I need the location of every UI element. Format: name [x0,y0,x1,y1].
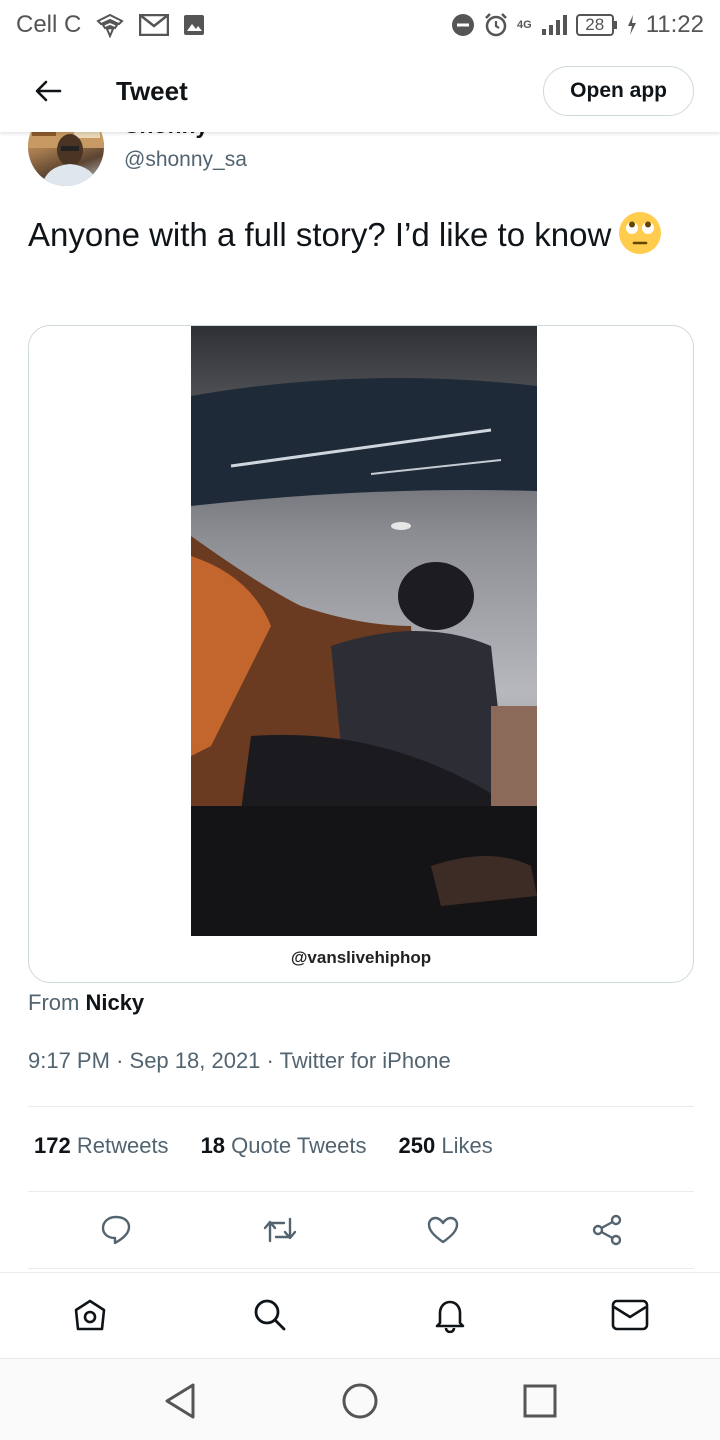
retweet-icon [263,1217,297,1243]
system-home-button[interactable] [330,1371,390,1431]
meta-separator: · [116,1048,124,1073]
media-watermark: @vanslivehiphop [290,948,432,967]
divider [28,1191,694,1192]
likes-stat[interactable]: 250 Likes [399,1133,493,1159]
charging-icon [626,14,638,36]
meta-separator: · [266,1048,274,1073]
likes-count: 250 [398,1133,436,1158]
nav-home[interactable] [60,1285,120,1345]
reply-button[interactable] [86,1200,146,1260]
home-icon [74,1299,106,1331]
open-app-button[interactable]: Open app [543,66,694,116]
carrier-logo-icon [95,12,125,38]
from-prefix: From [28,990,80,1015]
quote-tweets-stat[interactable]: 18 Quote Tweets [201,1133,367,1159]
retweets-stat[interactable]: 172 Retweets [34,1133,169,1159]
engagement-stats: 172 Retweets 18 Quote Tweets 250 Likes [34,1133,493,1159]
retweet-button[interactable] [250,1200,310,1260]
back-button[interactable] [18,61,78,121]
system-recents-button[interactable] [510,1371,570,1431]
heart-icon [427,1216,459,1244]
share-icon [592,1214,622,1246]
clock: 11:22 [645,11,704,38]
system-back-button[interactable] [150,1371,210,1431]
video-player[interactable] [191,326,537,936]
tweet-time[interactable]: 9:17 PM [28,1048,110,1073]
nav-notifications[interactable] [420,1285,480,1345]
network-type: 4G [517,18,532,31]
bottom-nav [0,1272,720,1358]
tweet-meta: 9:17 PM · Sep 18, 2021 · Twitter for iPh… [28,1048,451,1074]
square-recents-icon [523,1384,557,1418]
top-app-bar: Tweet Open app [0,50,720,132]
from-name[interactable]: Nicky [85,990,144,1015]
tweet-date[interactable]: Sep 18, 2021 [130,1048,261,1073]
media-card[interactable]: @vanslivehiphop [28,325,694,983]
divider [28,1106,694,1107]
tweet-source[interactable]: Twitter for iPhone [280,1048,451,1073]
circle-home-icon [342,1383,378,1419]
likes-label: Likes [441,1133,493,1158]
search-icon [254,1299,286,1331]
author-handle[interactable]: @shonny_sa [124,148,247,172]
page-title: Tweet [116,75,188,106]
divider [28,1268,694,1269]
tweet-body: Anyone with a full story? I’d like to kn… [28,216,612,253]
tweet-text: Anyone with a full story? I’d like to kn… [28,210,668,259]
like-button[interactable] [413,1200,473,1260]
mail-icon [139,14,170,36]
alarm-icon [483,12,509,38]
from-line: From Nicky [28,990,144,1016]
status-bar: Cell C 4G 28 11:22 [0,0,720,50]
battery-level: 28 [585,15,605,34]
battery-icon: 28 [575,13,618,37]
nav-search[interactable] [240,1285,300,1345]
nav-messages[interactable] [600,1285,660,1345]
retweets-label: Retweets [76,1133,169,1158]
face-with-rolling-eyes-emoji-icon [617,210,663,256]
bell-icon [435,1300,465,1333]
reply-icon [101,1215,131,1245]
quotes-count: 18 [200,1133,226,1158]
dnd-icon [451,13,475,37]
signal-icon [540,14,568,36]
carrier-name: Cell C [16,11,82,38]
tweet-actions [0,1200,720,1260]
share-button[interactable] [577,1200,637,1260]
triangle-back-icon [165,1383,195,1419]
envelope-icon [611,1299,649,1331]
quotes-label: Quote Tweets [231,1133,367,1158]
retweets-count: 172 [34,1133,71,1158]
back-arrow-icon [35,80,62,102]
image-icon [183,14,205,36]
system-navigation-bar [0,1358,720,1440]
